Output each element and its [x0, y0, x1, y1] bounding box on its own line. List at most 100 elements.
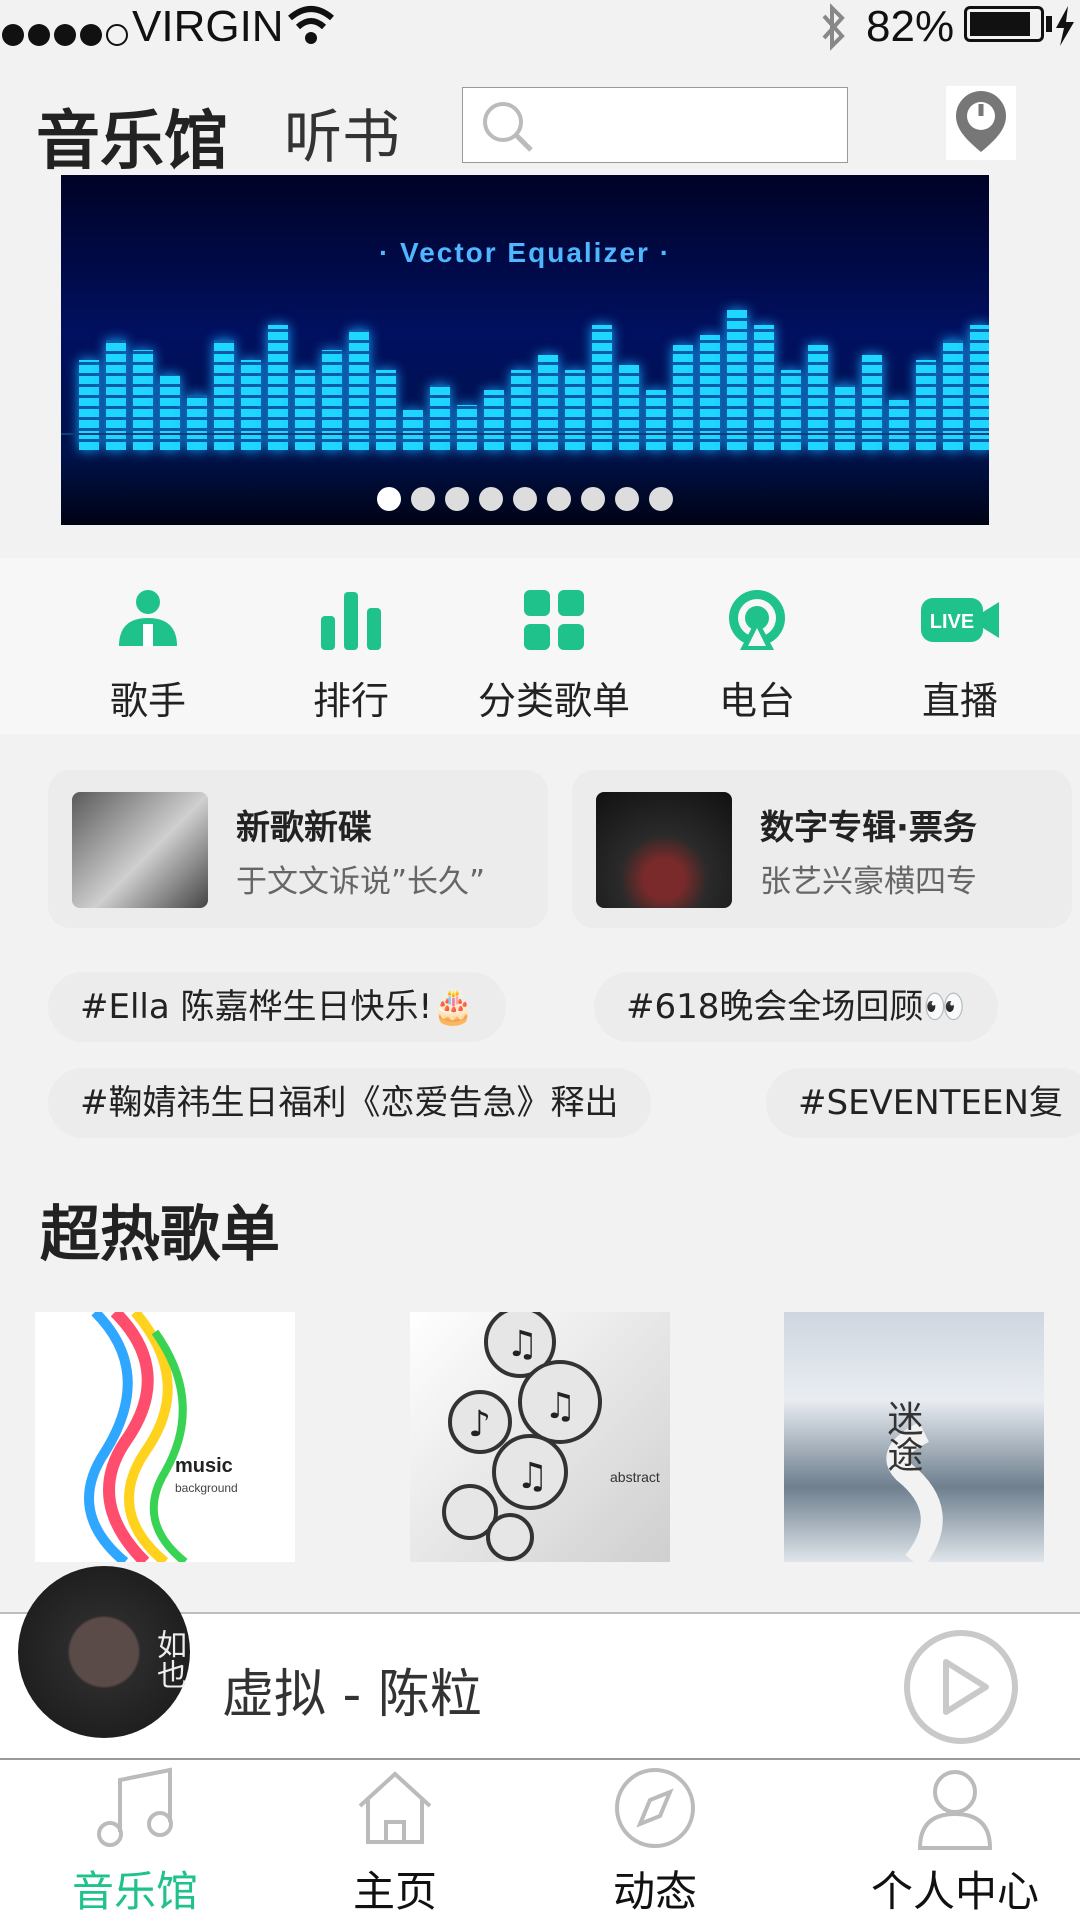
pager-dot[interactable]: [513, 487, 537, 511]
radio-icon: [729, 590, 785, 650]
equalizer-bar: [835, 385, 855, 450]
equalizer-bar: [403, 410, 423, 450]
recognize-button[interactable]: [946, 86, 1016, 160]
tab-music-hall[interactable]: 音乐馆: [36, 90, 228, 182]
category-radio[interactable]: 电台: [657, 558, 857, 725]
category-live[interactable]: LIVE 直播: [860, 558, 1060, 725]
tab-label: 音乐馆: [71, 1867, 198, 1916]
equalizer-bar: [916, 360, 936, 450]
hashtag-chip[interactable]: #Ella 陈嘉桦生日快乐!🎂: [48, 972, 507, 1042]
category-playlists[interactable]: 分类歌单: [454, 558, 654, 725]
equalizer-bar: [565, 370, 585, 450]
pager-dot[interactable]: [445, 487, 469, 511]
equalizer-bar: [268, 325, 288, 450]
pager-dot[interactable]: [411, 487, 435, 511]
playlist-cover[interactable]: music background: [35, 1312, 295, 1562]
card-new-releases[interactable]: 新歌新碟 于文文诉说”长久”: [48, 770, 548, 928]
battery-icon: [964, 6, 1044, 42]
tab-feed[interactable]: 动态: [520, 1760, 790, 1919]
category-ranking[interactable]: 排行: [251, 558, 451, 725]
equalizer-bar: [484, 390, 504, 450]
music-notes-art: music background: [84, 1312, 238, 1562]
equalizer-bar: [862, 355, 882, 450]
section-title: 超热歌单: [40, 1200, 280, 1270]
equalizer-bar: [511, 370, 531, 450]
hashtag-chip[interactable]: #SEVENTEEN复: [766, 1068, 1080, 1138]
battery-percent: 82%: [866, 2, 955, 51]
equalizer-bar: [538, 355, 558, 450]
equalizer-bar: [376, 370, 396, 450]
carousel-pager: [61, 487, 989, 515]
music-recognition-icon: [956, 91, 1006, 152]
equalizer-bar: [295, 370, 315, 450]
svg-text:♪: ♪: [468, 1404, 491, 1445]
category-label: 直播: [921, 679, 998, 723]
pager-dot[interactable]: [615, 487, 639, 511]
card-subtitle: 于文文诉说”长久”: [236, 864, 486, 900]
category-singer[interactable]: 歌手: [48, 558, 248, 725]
svg-text:background: background: [175, 1481, 238, 1495]
category-row: 歌手 排行 分类歌单 电台 LIVE 直播: [0, 558, 1080, 734]
category-label: 排行: [312, 679, 389, 723]
category-label: 电台: [718, 679, 795, 723]
category-label: 歌手: [109, 679, 186, 723]
equalizer-bar: [781, 370, 801, 450]
equalizer-bar: [79, 360, 99, 450]
wifi-icon: [288, 6, 334, 44]
banner-carousel[interactable]: · Vector Equalizer ·: [61, 175, 989, 525]
carrier-name: VIRGIN: [132, 2, 284, 51]
pager-dot[interactable]: [479, 487, 503, 511]
tab-home[interactable]: 主页: [260, 1760, 530, 1919]
svg-text:♫: ♫: [516, 1456, 548, 1497]
card-digital-album[interactable]: 数字专辑·票务 张艺兴豪横四专: [572, 770, 1072, 928]
battery-tip: [1046, 16, 1052, 32]
svg-text:♫: ♫: [506, 1324, 538, 1365]
grid-icon: [524, 590, 584, 650]
now-playing-title: 虚拟 - 陈粒: [222, 1665, 482, 1725]
singer-icon: [119, 590, 177, 646]
tab-music-hall-nav[interactable]: 音乐馆: [0, 1760, 270, 1919]
equalizer-bar: [646, 390, 666, 450]
category-label: 分类歌单: [477, 679, 630, 723]
card-title: 新歌新碟: [236, 808, 372, 848]
equalizer-bar: [592, 325, 612, 450]
pager-dot[interactable]: [377, 487, 401, 511]
banner-title: · Vector Equalizer ·: [378, 237, 672, 268]
pager-dot[interactable]: [581, 487, 605, 511]
charging-icon: [1056, 6, 1074, 46]
equalizer-bar: [457, 405, 477, 450]
compass-icon: [615, 1768, 695, 1848]
play-button[interactable]: [902, 1628, 1020, 1746]
equalizer-bar: [349, 330, 369, 450]
tab-profile[interactable]: 个人中心: [820, 1760, 1080, 1919]
music-bubbles-art: ♫♫♪♫ abstract: [442, 1312, 660, 1561]
winter-road-art: 迷途: [882, 1400, 943, 1562]
pager-dot[interactable]: [649, 487, 673, 511]
playlist-cover[interactable]: 迷途: [784, 1312, 1044, 1562]
svg-text:music: music: [175, 1455, 233, 1477]
playlist-cover[interactable]: ♫ ♫ ♪ ♫ abstract: [410, 1312, 670, 1562]
tab-label: 主页: [352, 1867, 437, 1916]
equalizer-bar: [160, 375, 180, 450]
svg-text:迷途: 迷途: [882, 1400, 924, 1472]
hashtag-chip[interactable]: #鞠婧祎生日福利《恋爱告急》释出: [48, 1068, 651, 1138]
svg-text:LIVE: LIVE: [930, 611, 974, 633]
card-title: 数字专辑·票务: [760, 808, 977, 848]
equalizer-bar: [727, 310, 747, 450]
live-camera-icon: LIVE: [921, 598, 999, 642]
album-disc[interactable]: 如也: [18, 1566, 190, 1738]
equalizer-bar: [889, 400, 909, 450]
tab-label: 动态: [612, 1867, 697, 1916]
card-subtitle: 张艺兴豪横四专: [760, 864, 977, 900]
equalizer-bar: [754, 325, 774, 450]
equalizer-bar: [430, 385, 450, 450]
signal-strength-icon: [2, 8, 132, 58]
pager-dot[interactable]: [547, 487, 571, 511]
top-header: 音乐馆 听书: [0, 54, 1080, 179]
bluetooth-icon: [822, 3, 845, 51]
search-input[interactable]: [462, 87, 848, 163]
hashtag-chip[interactable]: #618晚会全场回顾👀: [594, 972, 998, 1042]
search-icon: [483, 102, 533, 152]
equalizer-bar: [187, 395, 207, 450]
tab-audiobook[interactable]: 听书: [284, 90, 400, 174]
